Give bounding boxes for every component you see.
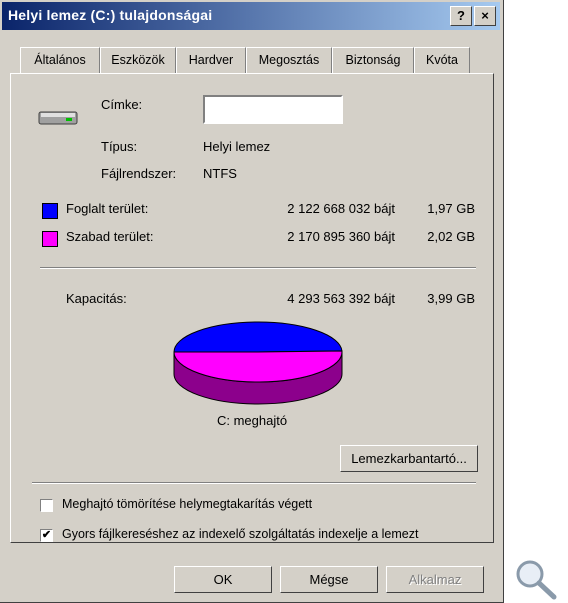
window-title: Helyi lemez (C:) tulajdonságai: [8, 7, 213, 23]
capacity-size: 3,99 GB: [427, 291, 475, 306]
volume-label-input[interactable]: [203, 95, 343, 124]
magnifier-icon[interactable]: [510, 557, 560, 601]
cancel-button[interactable]: Mégse: [280, 566, 378, 593]
close-icon[interactable]: ×: [474, 6, 496, 26]
compress-checkbox[interactable]: [40, 499, 53, 512]
tab-tools[interactable]: Eszközök: [100, 47, 176, 73]
free-space-size: 2,02 GB: [427, 229, 475, 244]
free-space-bytes: 2 170 895 360 bájt: [287, 229, 395, 244]
used-space-swatch: [42, 203, 58, 219]
apply-button[interactable]: Alkalmaz: [386, 566, 484, 593]
tab-hardware[interactable]: Hardver: [176, 47, 246, 73]
used-space-size: 1,97 GB: [427, 201, 475, 216]
disk-usage-pie-chart: [173, 321, 343, 405]
tab-sharing[interactable]: Megosztás: [246, 47, 332, 73]
index-option-label: Gyors fájlkereséshez az indexelő szolgál…: [62, 527, 419, 541]
compress-option-label: Meghajtó tömörítése helymegtakarítás vég…: [62, 497, 313, 511]
pie-slice-used: [173, 321, 343, 353]
separator: [32, 482, 476, 484]
index-checkbox[interactable]: ✔: [40, 529, 53, 542]
properties-dialog: Helyi lemez (C:) tulajdonságai ? × Által…: [0, 0, 504, 603]
used-space-bytes: 2 122 668 032 bájt: [287, 201, 395, 216]
help-icon[interactable]: ?: [450, 6, 472, 26]
drive-caption: C: meghajtó: [216, 413, 288, 428]
separator: [40, 267, 476, 269]
free-space-caption: Szabad terület:: [66, 229, 154, 244]
filesystem-caption: Fájlrendszer:: [101, 166, 177, 181]
used-space-caption: Foglalt terület:: [66, 201, 149, 216]
tab-general[interactable]: Általános: [20, 47, 100, 73]
disk-cleanup-button[interactable]: Lemezkarbantartó...: [340, 445, 478, 472]
ok-button[interactable]: OK: [174, 566, 272, 593]
type-caption: Típus:: [101, 139, 138, 154]
capacity-bytes: 4 293 563 392 bájt: [287, 291, 395, 306]
drive-icon: [38, 111, 78, 125]
tab-security[interactable]: Biztonság: [332, 47, 414, 73]
filesystem-value: NTFS: [203, 166, 237, 181]
title-bar[interactable]: Helyi lemez (C:) tulajdonságai ? ×: [2, 2, 500, 30]
free-space-swatch: [42, 231, 58, 247]
capacity-caption: Kapacitás:: [66, 291, 127, 306]
tab-quota[interactable]: Kvóta: [414, 47, 470, 73]
type-value: Helyi lemez: [203, 139, 271, 154]
label-caption: Címke:: [101, 97, 143, 112]
